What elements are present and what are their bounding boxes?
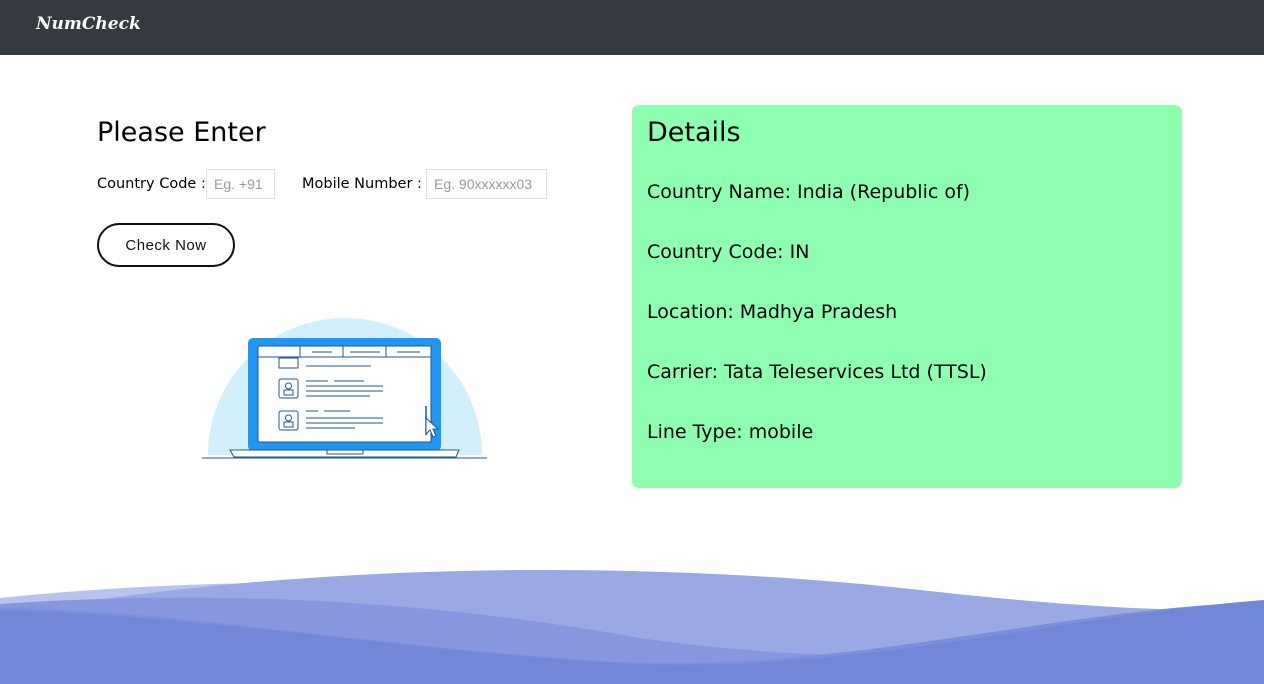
check-now-button[interactable]: Check Now — [97, 223, 235, 267]
line-type-detail: Line Type: mobile — [647, 421, 814, 443]
mobile-number-input[interactable] — [426, 169, 547, 199]
brand-logo[interactable]: NumCheck — [36, 14, 141, 34]
details-panel: Details Country Name: India (Republic of… — [632, 105, 1182, 488]
country-code-input[interactable] — [206, 169, 275, 199]
country-code-label: Country Code : — [97, 176, 206, 192]
country-name-detail: Country Name: India (Republic of) — [647, 181, 971, 203]
location-detail: Location: Madhya Pradesh — [647, 301, 898, 323]
carrier-detail: Carrier: Tata Teleservices Ltd (TTSL) — [647, 361, 987, 383]
mobile-number-label: Mobile Number : — [302, 176, 422, 192]
country-code-detail: Country Code: IN — [647, 241, 810, 263]
details-title: Details — [647, 117, 741, 148]
navbar: NumCheck — [0, 0, 1264, 55]
footer-waves — [0, 570, 1264, 684]
laptop-illustration — [202, 318, 487, 459]
form-row: Country Code : Mobile Number : — [97, 169, 617, 199]
form-heading: Please Enter — [97, 117, 266, 148]
